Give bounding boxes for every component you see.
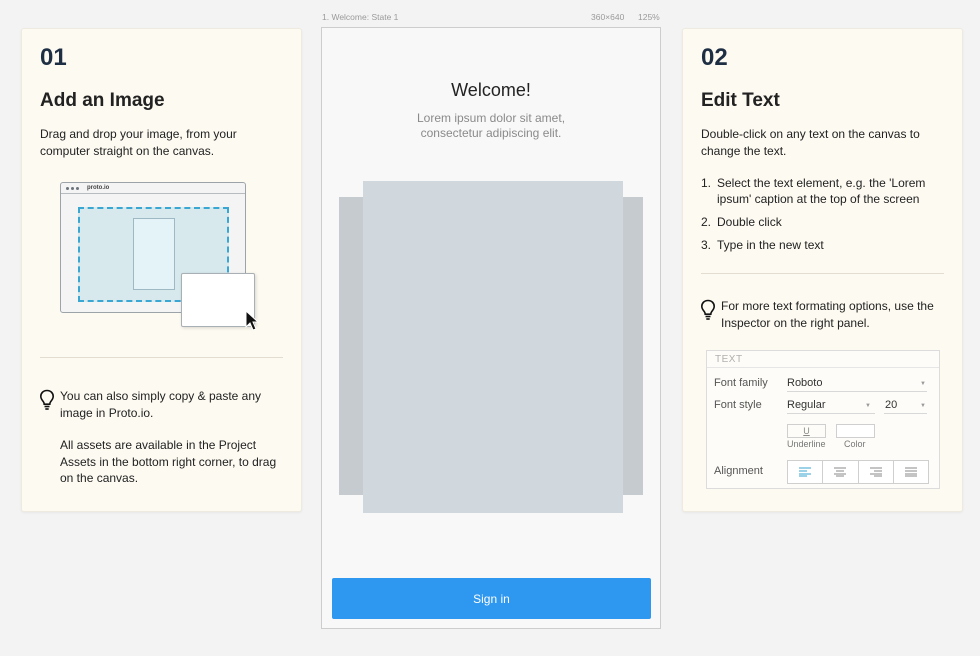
- chevron-down-icon: ▼: [920, 403, 926, 409]
- welcome-heading[interactable]: Welcome!: [322, 80, 660, 101]
- font-style-select[interactable]: Regular: [787, 399, 826, 411]
- instruction-card-add-image: 01 Add an Image Drag and drop your image…: [21, 28, 302, 512]
- font-family-select[interactable]: Roboto: [787, 377, 822, 389]
- card-description: Double-click on any text on the canvas t…: [701, 127, 920, 158]
- align-right-button[interactable]: [859, 461, 894, 483]
- color-label: Color: [844, 439, 866, 449]
- step-list-text: Select the text element, e.g. the 'Lorem…: [717, 176, 926, 206]
- list-item: 1. Select the text element, e.g. the 'Lo…: [701, 175, 946, 207]
- steps-list: 1. Select the text element, e.g. the 'Lo…: [701, 175, 946, 253]
- dragged-image-graphic: [181, 273, 255, 327]
- tip-text-inspector: For more text formating options, use the…: [721, 299, 934, 330]
- drag-drop-illustration: proto.io: [60, 182, 260, 332]
- alignment-label: Alignment: [714, 465, 763, 477]
- font-size-select[interactable]: 20: [885, 399, 897, 411]
- instruction-card-edit-text: 02 Edit Text Double-click on any text on…: [682, 28, 963, 512]
- step-list-number: 1.: [701, 176, 712, 190]
- screen-name-label: 1. Welcome: State 1: [322, 12, 399, 22]
- card-title: Add an Image: [40, 90, 165, 111]
- chevron-down-icon: ▼: [920, 381, 926, 387]
- step-list-text: Type in the new text: [717, 238, 824, 252]
- browser-bar: proto.io: [61, 183, 245, 194]
- phone-canvas[interactable]: Welcome! Lorem ipsum dolor sit amet, con…: [321, 27, 661, 629]
- font-family-label: Font family: [714, 377, 768, 389]
- align-center-icon: [834, 467, 847, 477]
- inspector-section-header: TEXT: [715, 354, 743, 365]
- brand-logo: proto.io: [87, 185, 110, 191]
- caption-line[interactable]: consectetur adipiscing elit.: [322, 126, 660, 141]
- step-list-number: 3.: [701, 238, 712, 252]
- underline-label: Underline: [787, 439, 826, 449]
- tip-text-assets: All assets are available in the Project …: [60, 438, 277, 485]
- carousel-prev-slide[interactable]: [339, 197, 365, 495]
- list-item: 3. Type in the new text: [701, 237, 946, 253]
- cursor-icon: [245, 310, 260, 331]
- screen-size-label: 360×640: [591, 12, 625, 22]
- lightbulb-icon: [39, 389, 55, 410]
- step-number: 01: [40, 44, 67, 71]
- image-placeholder[interactable]: [363, 181, 623, 513]
- caption-line[interactable]: Lorem ipsum dolor sit amet,: [322, 111, 660, 126]
- inspector-preview: TEXT Font family Roboto ▼ Font style Reg…: [706, 350, 940, 489]
- step-list-number: 2.: [701, 215, 712, 229]
- tip-text-copy-paste: You can also simply copy & paste any ima…: [60, 389, 262, 420]
- align-left-icon: [799, 467, 812, 477]
- list-item: 2. Double click: [701, 214, 946, 230]
- zoom-label: 125%: [638, 12, 660, 22]
- phone-placeholder-graphic: [133, 218, 175, 290]
- underline-toggle[interactable]: U: [787, 424, 826, 438]
- color-swatch[interactable]: [836, 424, 875, 438]
- step-list-text: Double click: [717, 215, 782, 229]
- lorem-caption[interactable]: Lorem ipsum dolor sit amet, consectetur …: [322, 111, 660, 141]
- alignment-buttons: [787, 460, 929, 484]
- align-center-button[interactable]: [823, 461, 859, 483]
- step-number: 02: [701, 44, 728, 71]
- align-left-button[interactable]: [788, 461, 824, 483]
- divider: [701, 273, 944, 274]
- align-right-icon: [869, 467, 882, 477]
- lightbulb-icon: [700, 299, 716, 320]
- chevron-down-icon: ▼: [865, 403, 871, 409]
- card-title: Edit Text: [701, 90, 780, 111]
- font-style-label: Font style: [714, 399, 762, 411]
- align-justify-button[interactable]: [894, 461, 928, 483]
- carousel-next-slide[interactable]: [621, 197, 643, 495]
- align-justify-icon: [904, 467, 917, 477]
- divider: [40, 357, 283, 358]
- card-description: Drag and drop your image, from your comp…: [40, 127, 237, 158]
- sign-in-button[interactable]: Sign in: [332, 578, 651, 619]
